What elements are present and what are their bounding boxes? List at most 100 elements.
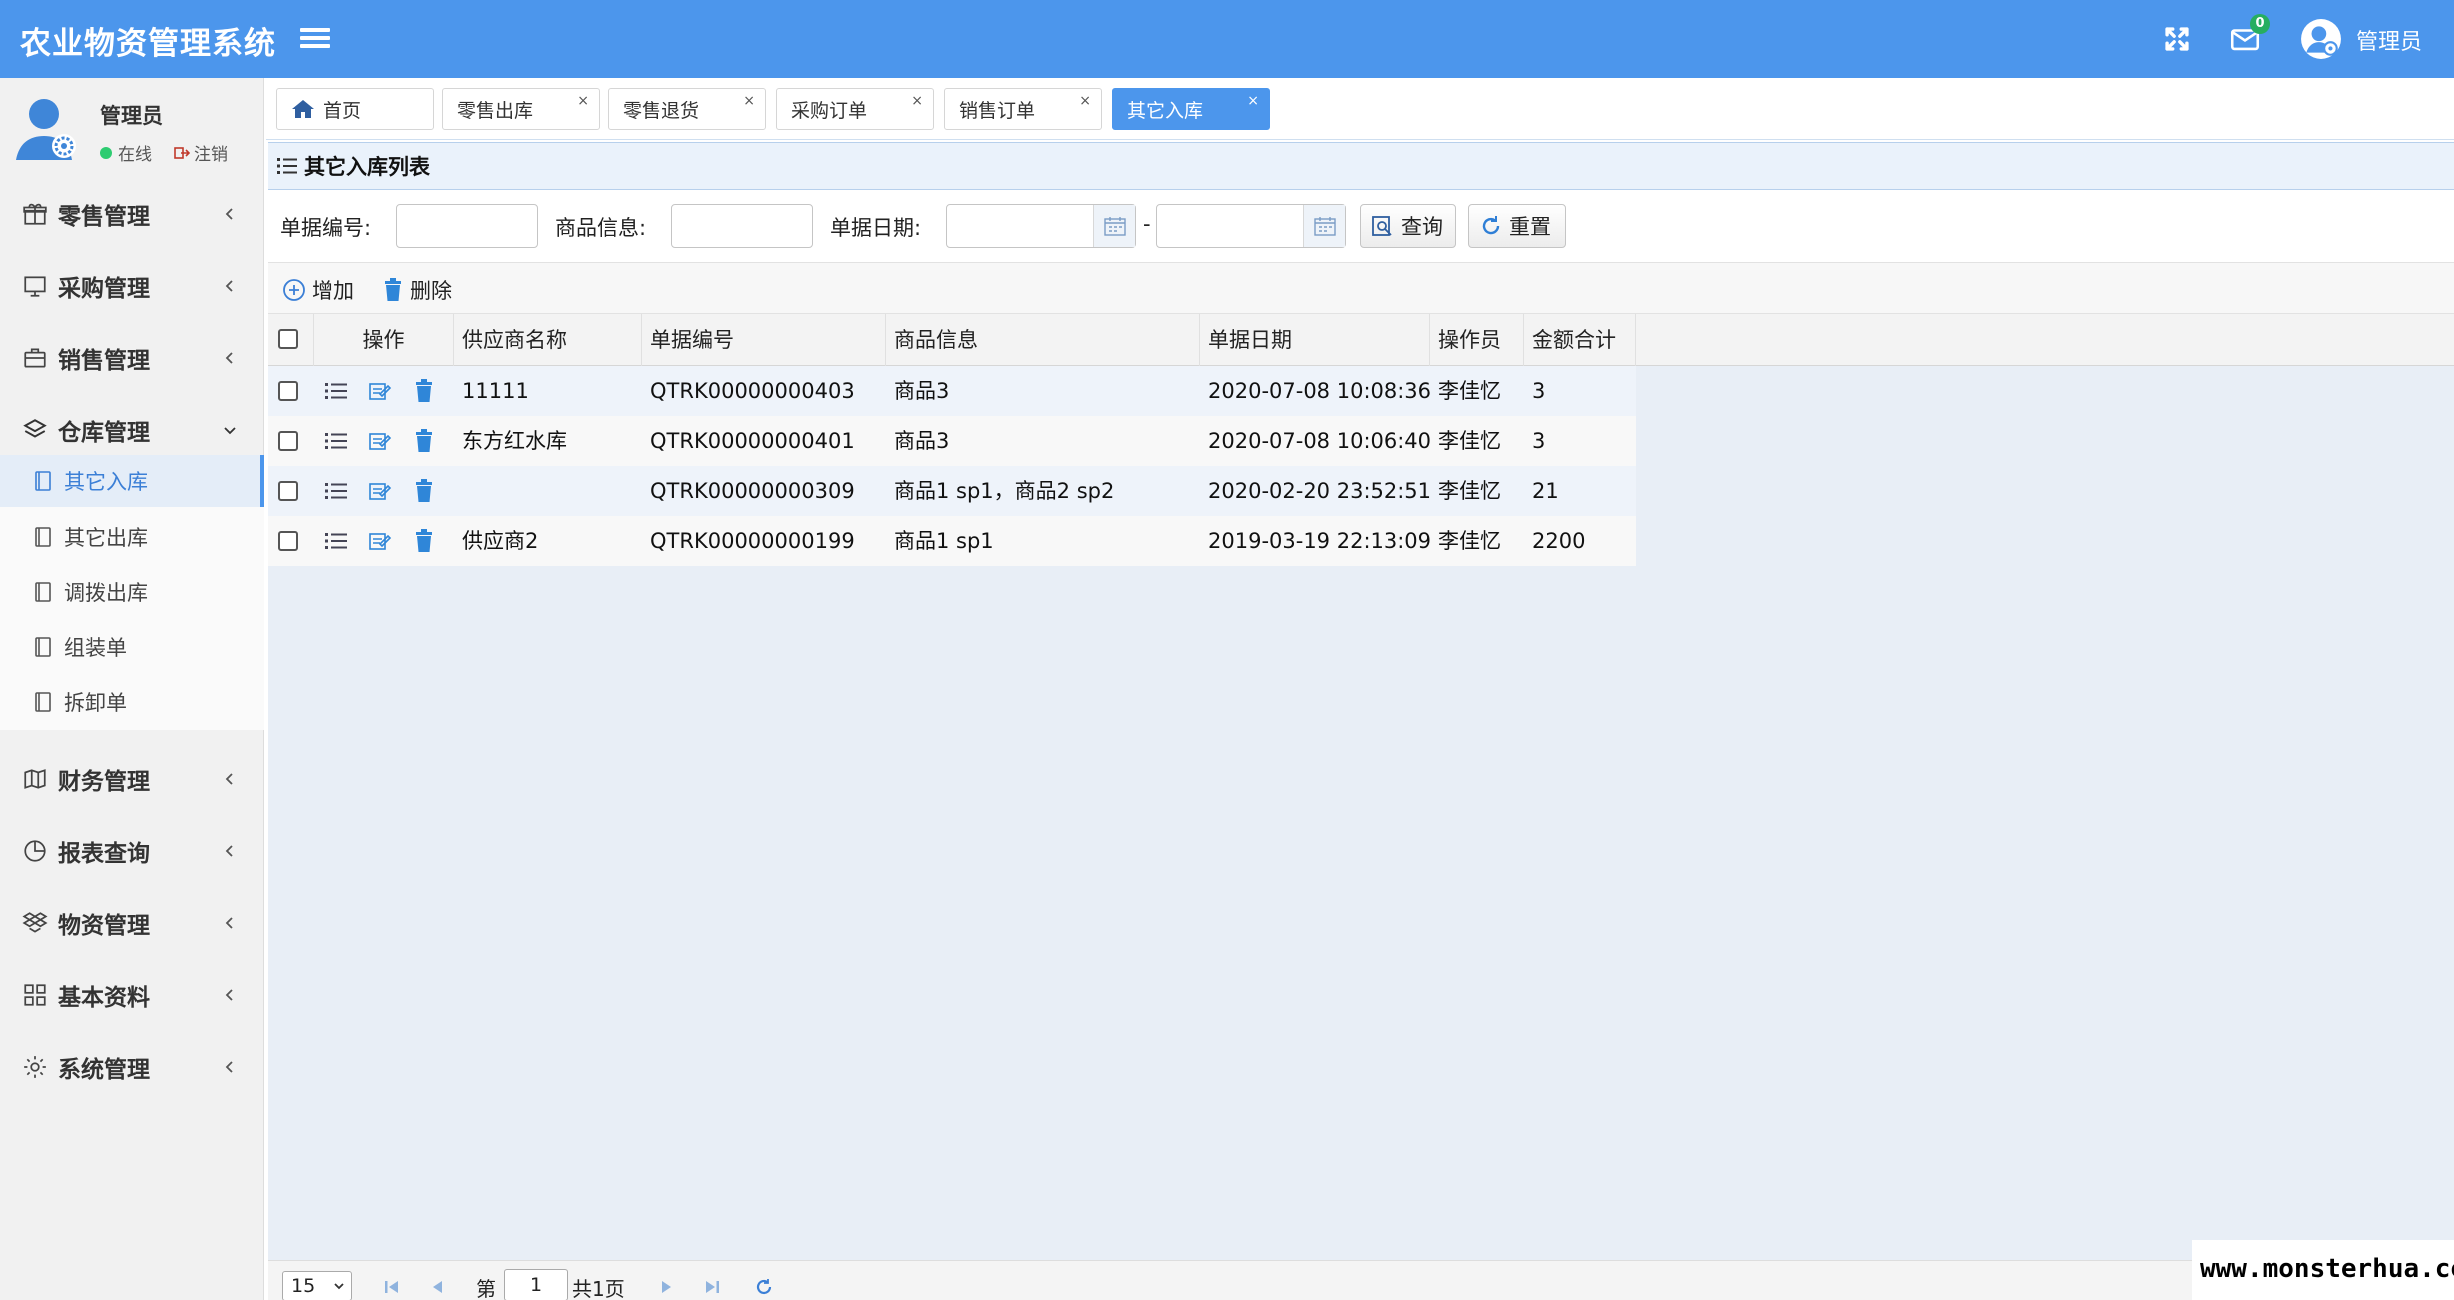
data-grid: 操作 供应商名称 单据编号 商品信息 单据日期 操作员 金额合计 11111 Q… xyxy=(268,314,2454,1260)
sidebar-item-sales[interactable]: 销售管理 xyxy=(0,330,264,386)
add-button-label: 增加 xyxy=(312,279,354,303)
tab-close-icon[interactable]: × xyxy=(1079,93,1091,109)
edit-icon[interactable] xyxy=(368,479,392,503)
tab-close-icon[interactable]: × xyxy=(577,93,589,109)
col-header-total[interactable]: 金额合计 xyxy=(1524,314,1636,366)
sidebar-item-finance[interactable]: 财务管理 xyxy=(0,751,264,807)
trash-icon xyxy=(385,278,401,301)
tab-label: 采购订单 xyxy=(791,99,868,122)
menu-toggle-icon[interactable] xyxy=(300,24,330,54)
sidebar-item-warehouse[interactable]: 仓库管理 xyxy=(0,402,264,458)
reset-button[interactable]: 重置 xyxy=(1468,204,1566,248)
sidebar-subitem-other-outbound[interactable]: 其它出库 xyxy=(0,511,264,563)
page-number-input[interactable]: 1 xyxy=(504,1269,568,1300)
list-detail-icon[interactable] xyxy=(324,479,348,503)
sidebar-item-system[interactable]: 系统管理 xyxy=(0,1039,264,1095)
col-header-operator[interactable]: 操作员 xyxy=(1430,314,1524,366)
table-row[interactable]: 11111 QTRK00000000403 商品3 2020-07-08 10:… xyxy=(268,366,1636,416)
select-all-checkbox[interactable] xyxy=(278,329,298,349)
doc-no-input[interactable] xyxy=(396,204,538,248)
edit-icon[interactable] xyxy=(368,529,392,553)
tab-close-icon[interactable]: × xyxy=(911,93,923,109)
list-detail-icon[interactable] xyxy=(324,379,348,403)
date-label: 单据日期: xyxy=(830,216,922,240)
col-header-doc-no[interactable]: 单据编号 xyxy=(642,314,886,366)
sidebar-item-label: 零售管理 xyxy=(58,204,150,230)
add-button[interactable]: 增加 xyxy=(282,275,354,305)
fullscreen-icon[interactable] xyxy=(2160,22,2194,56)
document-icon xyxy=(35,582,51,602)
delete-button[interactable]: 删除 xyxy=(382,275,452,305)
col-header-supplier[interactable]: 供应商名称 xyxy=(454,314,642,366)
edit-icon[interactable] xyxy=(368,379,392,403)
tab-purchase-order[interactable]: 采购订单 × xyxy=(776,88,934,130)
table-row[interactable]: 供应商2 QTRK00000000199 商品1 sp1 2019-03-19 … xyxy=(268,516,1636,566)
chevron-left-icon xyxy=(225,773,233,785)
sidebar-item-reports[interactable]: 报表查询 xyxy=(0,823,264,879)
calendar-icon[interactable] xyxy=(1303,205,1345,247)
trash-icon[interactable] xyxy=(412,429,436,453)
tab-label: 零售退货 xyxy=(623,99,700,122)
tab-other-inbound[interactable]: 其它入库 × xyxy=(1112,88,1270,130)
list-detail-icon[interactable] xyxy=(324,529,348,553)
cell-operator: 李佳忆 xyxy=(1438,429,1501,453)
header-user-name[interactable]: 管理员 xyxy=(2356,24,2422,56)
cell-date: 2020-07-08 10:08:36 xyxy=(1208,379,1430,403)
panel-title: 其它入库列表 xyxy=(304,155,430,179)
cell-doc-no: QTRK00000000403 xyxy=(650,379,855,403)
user-avatar-icon[interactable] xyxy=(2300,18,2342,60)
page-size-select[interactable]: 15 xyxy=(282,1271,352,1300)
goods-label: 商品信息: xyxy=(555,216,647,240)
tab-close-icon[interactable]: × xyxy=(743,93,755,109)
document-icon xyxy=(35,692,51,712)
last-page-icon[interactable] xyxy=(702,1277,722,1297)
first-page-icon[interactable] xyxy=(382,1277,402,1297)
search-bar: 单据编号: 商品信息: 单据日期: - 查询 重置 xyxy=(268,190,2454,262)
mail-badge: 0 xyxy=(2250,14,2270,34)
tab-home[interactable]: 首页 xyxy=(276,88,434,130)
sidebar-subitem-assembly[interactable]: 组装单 xyxy=(0,621,264,673)
goods-input[interactable] xyxy=(671,204,813,248)
sidebar-subitem-disassembly[interactable]: 拆卸单 xyxy=(0,676,264,728)
start-date-input[interactable] xyxy=(946,204,1136,248)
tab-sales-order[interactable]: 销售订单 × xyxy=(944,88,1102,130)
map-icon xyxy=(24,769,46,789)
row-checkbox[interactable] xyxy=(278,431,298,451)
sidebar-item-purchase[interactable]: 采购管理 xyxy=(0,258,264,314)
row-checkbox[interactable] xyxy=(278,531,298,551)
table-row[interactable]: QTRK00000000309 商品1 sp1，商品2 sp2 2020-02-… xyxy=(268,466,1636,516)
edit-icon[interactable] xyxy=(368,429,392,453)
row-checkbox[interactable] xyxy=(278,381,298,401)
tab-retail-outbound[interactable]: 零售出库 × xyxy=(442,88,600,130)
sidebar-item-retail[interactable]: 零售管理 xyxy=(0,186,264,242)
col-header-goods[interactable]: 商品信息 xyxy=(886,314,1200,366)
cell-doc-no: QTRK00000000401 xyxy=(650,429,855,453)
sidebar-subitem-transfer-outbound[interactable]: 调拨出库 xyxy=(0,566,264,618)
chevron-down-icon xyxy=(334,1283,344,1290)
sidebar-item-materials[interactable]: 物资管理 xyxy=(0,895,264,951)
trash-icon[interactable] xyxy=(412,379,436,403)
tab-retail-return[interactable]: 零售退货 × xyxy=(608,88,766,130)
sidebar-item-basic-data[interactable]: 基本资料 xyxy=(0,967,264,1023)
query-button[interactable]: 查询 xyxy=(1360,204,1456,248)
end-date-input[interactable] xyxy=(1156,204,1346,248)
logout-link[interactable]: 注销 xyxy=(174,140,228,165)
layers-icon xyxy=(23,419,47,438)
page-total: 共1页 xyxy=(572,1277,625,1300)
tab-close-icon[interactable]: × xyxy=(1247,93,1259,109)
refresh-icon[interactable] xyxy=(754,1277,774,1297)
document-icon xyxy=(35,527,51,547)
sidebar-subitem-other-inbound[interactable]: 其它入库 xyxy=(0,455,264,507)
trash-icon[interactable] xyxy=(412,529,436,553)
list-detail-icon[interactable] xyxy=(324,429,348,453)
col-header-date[interactable]: 单据日期 xyxy=(1200,314,1430,366)
grid-header: 操作 供应商名称 单据编号 商品信息 单据日期 操作员 金额合计 xyxy=(268,314,2454,366)
trash-icon[interactable] xyxy=(412,479,436,503)
calendar-icon[interactable] xyxy=(1093,205,1135,247)
prev-page-icon[interactable] xyxy=(428,1277,448,1297)
dropbox-icon xyxy=(22,912,48,933)
row-checkbox[interactable] xyxy=(278,481,298,501)
next-page-icon[interactable] xyxy=(656,1277,676,1297)
table-row[interactable]: 东方红水库 QTRK00000000401 商品3 2020-07-08 10:… xyxy=(268,416,1636,466)
tab-label: 其它入库 xyxy=(1127,99,1204,122)
